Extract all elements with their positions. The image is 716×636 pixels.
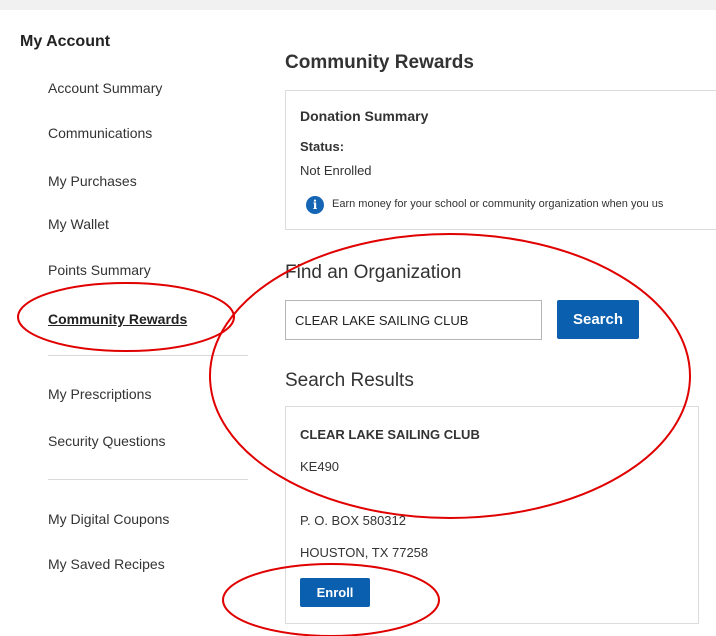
result-organization-code: KE490 xyxy=(300,459,340,474)
donation-summary-title: Donation Summary xyxy=(300,108,429,124)
search-button[interactable]: Search xyxy=(557,300,639,339)
sidebar-item-my-digital-coupons[interactable]: My Digital Coupons xyxy=(48,511,169,527)
enroll-button[interactable]: Enroll xyxy=(300,578,370,607)
sidebar-title: My Account xyxy=(20,33,111,50)
sidebar-item-my-prescriptions[interactable]: My Prescriptions xyxy=(48,386,151,402)
sidebar-item-my-wallet[interactable]: My Wallet xyxy=(48,216,109,232)
sidebar-divider xyxy=(48,479,248,480)
sidebar-item-community-rewards[interactable]: Community Rewards xyxy=(48,311,187,327)
find-organization-title: Find an Organization xyxy=(285,262,462,283)
sidebar-item-communications[interactable]: Communications xyxy=(48,125,152,141)
sidebar-item-points-summary[interactable]: Points Summary xyxy=(48,262,151,278)
status-label: Status: xyxy=(300,139,345,154)
sidebar-divider xyxy=(48,355,248,356)
info-text: Earn money for your school or community … xyxy=(332,198,664,210)
search-results-title: Search Results xyxy=(285,370,414,391)
page-title: Community Rewards xyxy=(285,52,474,73)
top-bar xyxy=(0,0,716,10)
result-organization-name: CLEAR LAKE SAILING CLUB xyxy=(300,427,480,442)
sidebar-item-account-summary[interactable]: Account Summary xyxy=(48,80,162,96)
status-value: Not Enrolled xyxy=(300,163,372,178)
search-result-card: CLEAR LAKE SAILING CLUB KE490 P. O. BOX … xyxy=(285,406,699,624)
sidebar-item-security-questions[interactable]: Security Questions xyxy=(48,433,166,449)
organization-search-input[interactable] xyxy=(285,300,542,340)
sidebar-item-my-saved-recipes[interactable]: My Saved Recipes xyxy=(48,556,165,572)
info-icon: i xyxy=(306,196,324,214)
sidebar-item-my-purchases[interactable]: My Purchases xyxy=(48,173,137,189)
donation-summary-card: Donation Summary Status: Not Enrolled i … xyxy=(285,90,716,230)
result-address-line-1: P. O. BOX 580312 xyxy=(300,513,406,528)
result-address-line-2: HOUSTON, TX 77258 xyxy=(300,545,429,560)
